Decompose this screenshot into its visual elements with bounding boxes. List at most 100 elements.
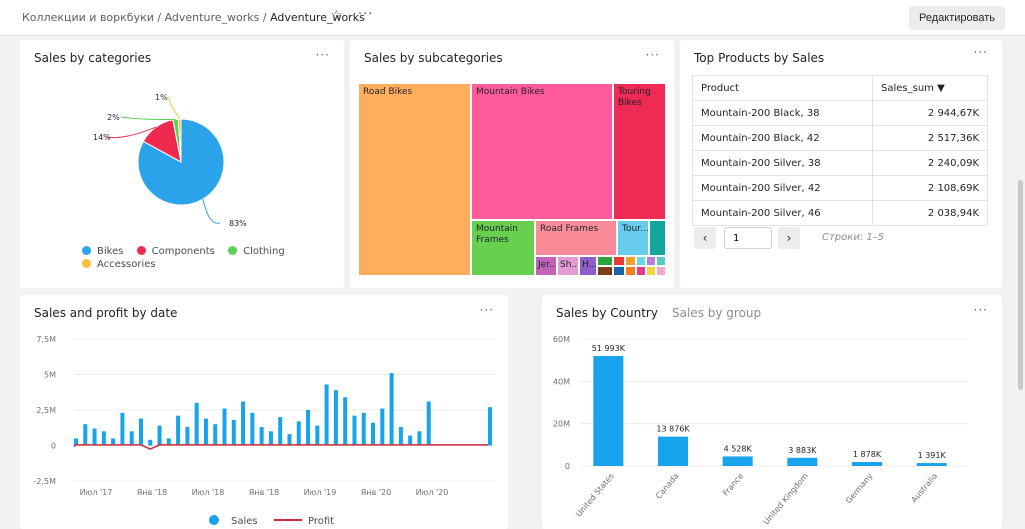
treemap-tile[interactable] (613, 266, 625, 276)
prev-page-button[interactable]: ‹ (694, 227, 716, 249)
column-header-product[interactable]: Product (692, 75, 873, 101)
sales-bar[interactable] (389, 373, 394, 446)
treemap-mountain-frames[interactable]: Mountain Frames (471, 220, 535, 276)
treemap-helmets[interactable]: H... (579, 256, 597, 276)
x-tick-label: Australia (910, 471, 940, 504)
sales-bar[interactable] (83, 424, 88, 446)
sales-bar[interactable] (157, 425, 162, 446)
table-row[interactable]: Mountain-200 Silver, 42 2 108,69K (692, 175, 988, 201)
sales-bar[interactable] (213, 424, 218, 446)
sales-bar[interactable] (148, 439, 153, 446)
treemap-tile[interactable] (656, 266, 666, 276)
legend-item-bikes[interactable]: Bikes (82, 246, 123, 257)
card-menu-icon[interactable]: ··· (974, 45, 988, 59)
bar-data-label: 3 883K (788, 446, 817, 455)
treemap-tile[interactable] (646, 256, 656, 266)
country-bar[interactable] (722, 456, 753, 466)
sales-bar[interactable] (361, 412, 366, 446)
breadcrumb-workbook[interactable]: Adventure_works (165, 11, 260, 24)
treemap-shorts[interactable]: Sh... (557, 256, 579, 276)
sales-bar[interactable] (371, 422, 376, 446)
treemap-tile[interactable] (597, 266, 613, 276)
sales-bar[interactable] (92, 428, 97, 446)
x-tick-label: Июл '17 (80, 488, 113, 497)
more-icon[interactable]: ··· (358, 7, 373, 22)
legend-item-accessories[interactable]: Accessories (82, 259, 156, 270)
sales-bar[interactable] (120, 412, 125, 446)
country-bar[interactable] (658, 436, 688, 466)
treemap-tile[interactable] (636, 266, 646, 276)
bar-data-label: 1 878K (853, 450, 882, 459)
sales-bar[interactable] (333, 390, 338, 446)
card-menu-icon[interactable]: ··· (646, 48, 660, 62)
treemap-road-frames[interactable]: Road Frames (535, 220, 617, 256)
sales-bar[interactable] (278, 417, 283, 446)
legend-item-clothing[interactable]: Clothing (228, 246, 285, 257)
sales-bar[interactable] (352, 415, 357, 446)
sales-bar[interactable] (222, 408, 227, 446)
sales-bar[interactable] (268, 431, 273, 446)
sales-bar[interactable] (417, 431, 422, 446)
sales-bar[interactable] (343, 397, 348, 446)
treemap-touring-frames[interactable]: Tour... (617, 220, 649, 256)
treemap-tile[interactable] (656, 256, 666, 266)
treemap-jerseys[interactable]: Jer... (535, 256, 557, 276)
cell-sales-sum: 2 944,67K (872, 100, 988, 126)
cell-sales-sum: 2 038,94K (872, 200, 988, 226)
treemap-tile[interactable] (636, 256, 646, 266)
sales-bar[interactable] (306, 410, 311, 446)
sales-bar[interactable] (185, 427, 190, 446)
legend-sales-label: Sales (231, 516, 258, 527)
sales-bar[interactable] (287, 434, 292, 446)
sales-bar[interactable] (324, 384, 329, 446)
y-tick-label: 0 (51, 442, 56, 451)
card-title: Sales by subcategories (364, 51, 503, 65)
sales-bar[interactable] (296, 421, 301, 446)
sales-bar[interactable] (194, 402, 199, 446)
sales-bar[interactable] (241, 401, 246, 446)
sales-bar[interactable] (101, 431, 106, 446)
sales-bar[interactable] (488, 407, 492, 446)
page-scrollbar[interactable] (1018, 180, 1023, 390)
star-icon[interactable]: ☆ (330, 8, 343, 24)
table-row[interactable]: Mountain-200 Black, 42 2 517,36K (692, 125, 988, 151)
sales-bar[interactable] (203, 418, 208, 446)
card-sales-by-categories: Sales by categories ··· 83% 14% 2% 1% Bikes… (20, 40, 344, 288)
treemap-tile[interactable] (597, 256, 613, 266)
sales-bar[interactable] (380, 408, 385, 446)
treemap-tile[interactable] (613, 256, 625, 266)
sales-bar[interactable] (250, 412, 255, 446)
table-row[interactable]: Mountain-200 Silver, 38 2 240,09K (692, 150, 988, 176)
treemap-tile[interactable] (625, 266, 636, 276)
next-page-button[interactable]: › (778, 227, 800, 249)
sales-bar[interactable] (231, 419, 236, 446)
breadcrumb-collections[interactable]: Коллекции и воркбуки (22, 11, 154, 24)
table-row[interactable]: Mountain-200 Silver, 46 2 038,94K (692, 200, 988, 226)
sales-bar[interactable] (259, 427, 264, 446)
treemap-touring-bikes[interactable]: Touring Bikes (613, 83, 666, 220)
sales-bar[interactable] (398, 427, 403, 446)
sales-bar[interactable] (315, 425, 320, 446)
rows-range-label: Строки: 1–5 (822, 232, 885, 243)
column-header-sales-sum[interactable]: Sales_sum ▼ (872, 75, 988, 101)
table-row[interactable]: Mountain-200 Black, 38 2 944,67K (692, 100, 988, 126)
legend-item-components[interactable]: Components (136, 246, 215, 257)
treemap-tile[interactable] (625, 256, 636, 266)
country-bar[interactable] (593, 355, 624, 466)
country-bar[interactable] (916, 463, 947, 466)
sales-bar[interactable] (129, 431, 134, 446)
edit-button[interactable]: Редактировать (909, 6, 1005, 30)
treemap-tile[interactable] (649, 220, 666, 256)
sales-bar[interactable] (408, 435, 413, 446)
treemap-tile[interactable] (646, 266, 656, 276)
country-bar[interactable] (787, 457, 818, 466)
pie-data-label: 1% (155, 93, 168, 102)
page-number-input[interactable] (724, 227, 772, 249)
sales-bar[interactable] (426, 401, 431, 446)
treemap-road-bikes[interactable]: Road Bikes (358, 83, 471, 276)
treemap-mountain-bikes[interactable]: Mountain Bikes (471, 83, 613, 220)
x-tick-label: Canada (654, 471, 681, 500)
sales-bar[interactable] (176, 415, 181, 446)
sales-bar[interactable] (138, 418, 143, 446)
country-bar[interactable] (852, 462, 882, 466)
